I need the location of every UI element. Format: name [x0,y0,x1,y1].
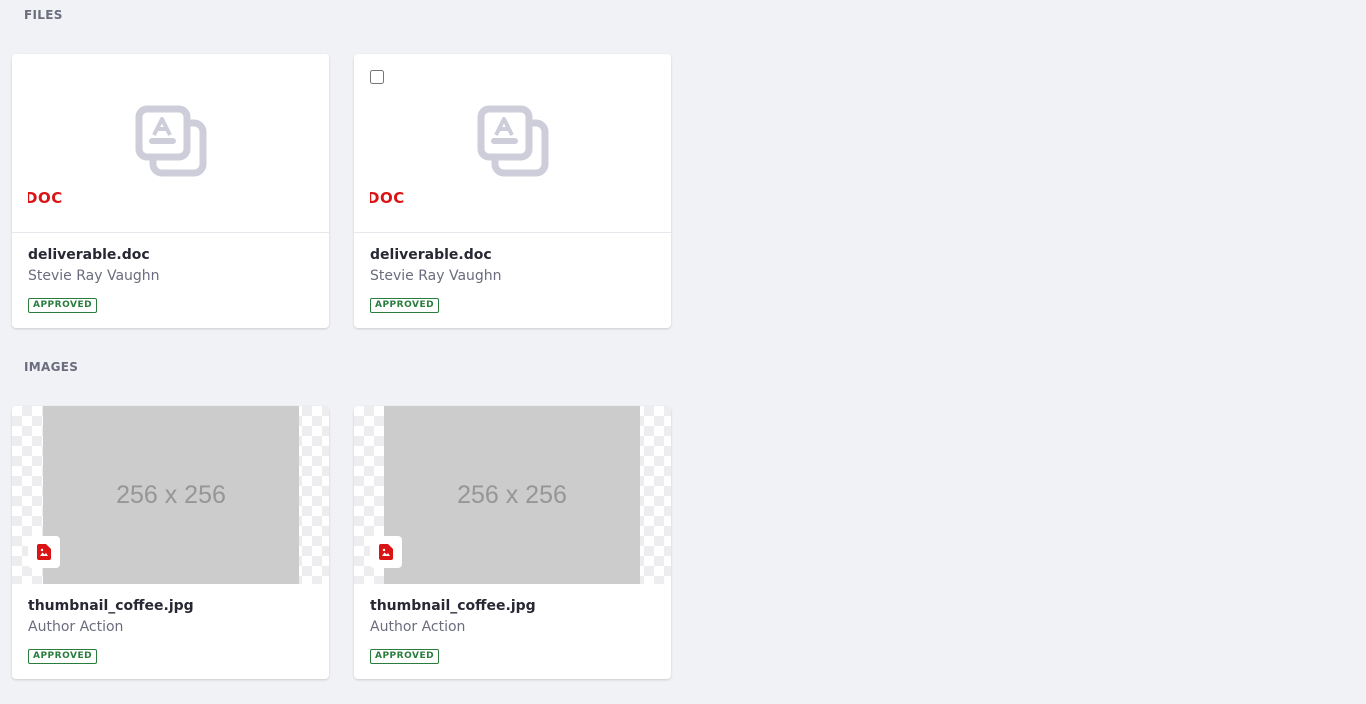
document-placeholder-icon [135,105,206,177]
status-badge: APPROVED [28,649,98,664]
status-badge: APPROVED [28,298,98,313]
card-subtitle: Author Action [370,619,466,635]
image-file-icon [37,544,51,560]
file-card-preview: DOC [354,54,671,233]
card-subtitle: Stevie Ray Vaughn [370,268,502,284]
image-placeholder: 256 x 256 [43,406,299,584]
document-placeholder-icon [477,105,548,177]
section-label-files: FILES [24,8,63,22]
card-title[interactable]: deliverable.doc [370,247,655,263]
image-sticker [28,536,60,568]
file-card-body: deliverable.doc Stevie Ray Vaughn APPROV… [12,233,329,328]
card-title[interactable]: thumbnail_coffee.jpg [28,598,313,614]
image-card-body: thumbnail_coffee.jpg Author Action APPRO… [12,584,329,679]
doc-sticker: DOC [28,189,62,207]
image-card-preview: 256 x 256 [354,406,671,584]
image-card[interactable]: 256 x 256 thumbnail_coffee.jpg Author Ac… [12,406,329,679]
file-card[interactable]: DOC deliverable.doc Stevie Ray Vaughn AP… [354,54,671,328]
select-checkbox[interactable] [370,70,384,84]
status-badge: APPROVED [370,649,440,664]
card-title[interactable]: deliverable.doc [28,247,313,263]
status-badge: APPROVED [370,298,440,313]
card-subtitle: Stevie Ray Vaughn [28,268,160,284]
image-card-preview: 256 x 256 [12,406,329,584]
section-label-images: IMAGES [24,360,79,374]
file-card[interactable]: DOC deliverable.doc Stevie Ray Vaughn AP… [12,54,329,328]
card-subtitle: Author Action [28,619,124,635]
card-title[interactable]: thumbnail_coffee.jpg [370,598,655,614]
image-card[interactable]: 256 x 256 thumbnail_coffee.jpg Author Ac… [354,406,671,679]
image-sticker [370,536,402,568]
file-card-body: deliverable.doc Stevie Ray Vaughn APPROV… [354,233,671,328]
doc-sticker: DOC [370,189,404,207]
image-placeholder: 256 x 256 [384,406,640,584]
image-file-icon [379,544,393,560]
image-card-body: thumbnail_coffee.jpg Author Action APPRO… [354,584,671,679]
file-card-preview: DOC [12,54,329,233]
